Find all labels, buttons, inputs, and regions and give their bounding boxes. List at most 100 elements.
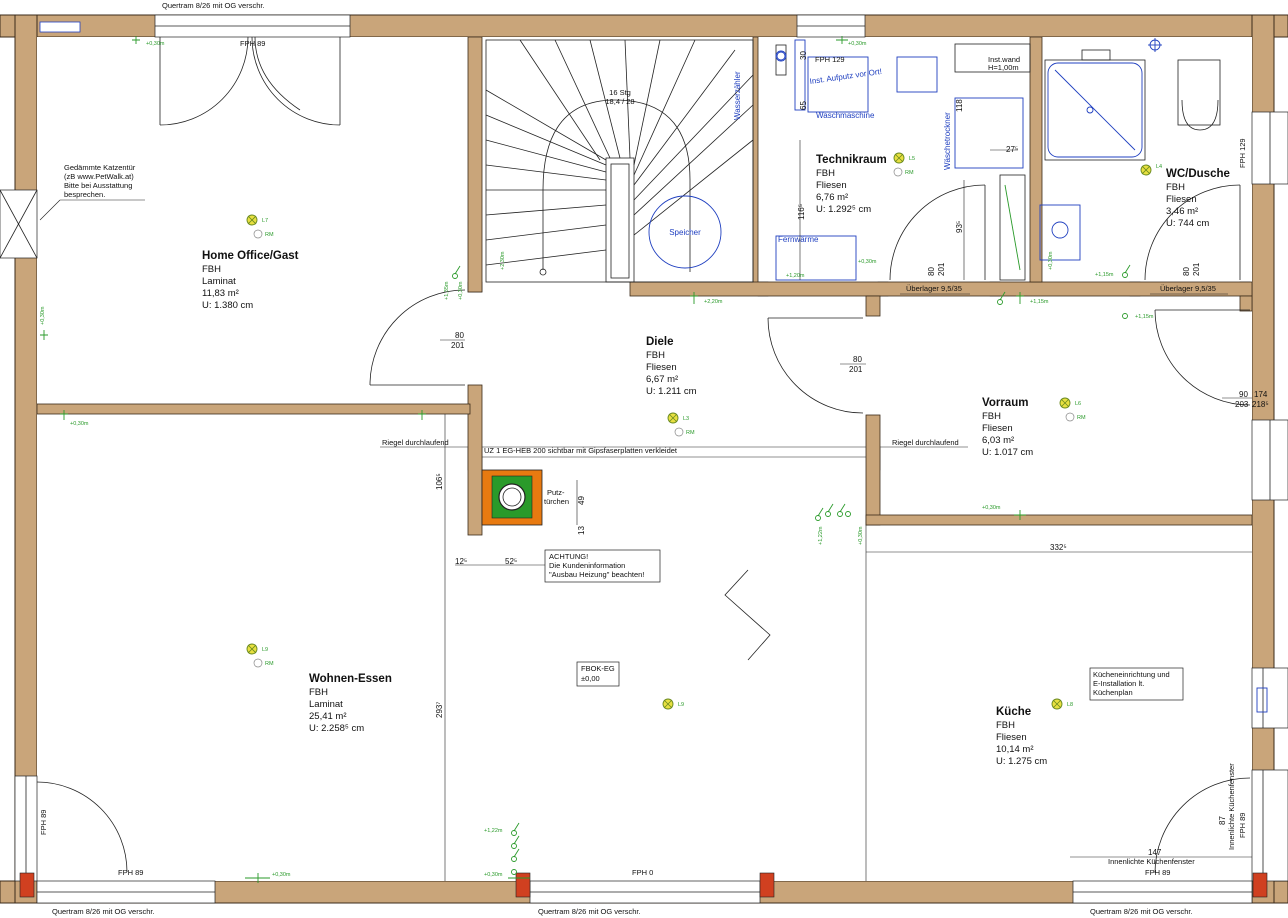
katzentuer-line-4: besprechen.: [64, 190, 105, 199]
uz-note: UZ 1 EG-HEB 200 sichtbar mit Gipsfaserpl…: [484, 446, 678, 455]
dim-116: 116⁵: [797, 204, 806, 220]
dim-293: 293⁷: [435, 702, 444, 718]
putz-label-2: türchen: [544, 497, 569, 506]
quertram-bottom-3: Quertram 8/26 mit OG verschr.: [1090, 907, 1193, 916]
room-material-diele: Fliesen: [646, 362, 677, 373]
room-material-vorraum: Fliesen: [982, 423, 1013, 434]
room-material-technikraum: Fliesen: [816, 180, 847, 191]
fph129-top: FPH 129: [815, 55, 845, 64]
svg-text:+2,20m: +2,20m: [704, 299, 723, 305]
dim-125: 12⁵: [455, 557, 467, 566]
ueberlager-2: Überlager 9,5/35: [1160, 284, 1216, 293]
room-name-home-office: Home Office/Gast: [202, 250, 299, 262]
room-material-kueche: Fliesen: [996, 732, 1027, 743]
katzentuer-line-2: (zB www.PetWalk.at): [64, 172, 134, 181]
waeschetrockner-label: Wäschetrockner: [943, 112, 952, 170]
room-name-vorraum: Vorraum: [982, 397, 1028, 409]
room-perimeter-diele: U: 1.211 cm: [646, 386, 697, 397]
fph129-right: FPH 129: [1238, 138, 1247, 168]
room-floor-home-office: FBH: [202, 264, 221, 275]
svg-text:+0,30m: +0,30m: [982, 505, 1001, 511]
svg-text:RM: RM: [905, 170, 914, 176]
dim-65: 65: [799, 101, 808, 110]
kuechen-line-1: Kücheneinrichtung und: [1093, 670, 1170, 679]
fph89-bottom-left: FPH 89: [118, 868, 143, 877]
dim-174: 174: [1254, 390, 1268, 399]
room-floor-kueche: FBH: [996, 720, 1015, 731]
svg-text:L8: L8: [1067, 702, 1073, 708]
svg-text:RM: RM: [1077, 415, 1086, 421]
svg-text:+0,30m: +0,30m: [146, 41, 165, 47]
dim-118: 118: [955, 99, 964, 112]
fph89-right-vertical: FPH 89: [1238, 813, 1247, 838]
wasserzaehler-label: Wasserzähler: [733, 71, 742, 120]
svg-text:+0,30m: +0,30m: [40, 306, 46, 325]
speicher-label: Speicher: [669, 228, 701, 237]
svg-text:+0,30m: +0,30m: [1048, 251, 1054, 270]
room-perimeter-kueche: U: 1.275 cm: [996, 756, 1047, 767]
waschmaschine-label: Waschmaschine: [816, 111, 875, 120]
svg-text:L3: L3: [683, 416, 689, 422]
room-material-wohnen: Laminat: [309, 699, 343, 710]
innen-kuechenfenster: Innenlichte Küchenfenster: [1108, 857, 1195, 866]
svg-text:+1,35m: +1,35m: [444, 281, 450, 300]
achtung-line-3: "Ausbau Heizung" beachten!: [549, 570, 644, 579]
room-perimeter-wc: U: 744 cm: [1166, 218, 1209, 229]
room-floor-technikraum: FBH: [816, 168, 835, 179]
dim-203: 203: [1235, 400, 1249, 409]
svg-text:+2,30m: +2,30m: [500, 251, 506, 270]
achtung-line-2: Die Kundeninformation: [549, 561, 625, 570]
svg-text:+1,20m: +1,20m: [786, 273, 805, 279]
room-material-wc: Fliesen: [1166, 194, 1197, 205]
quertram-bottom-1: Quertram 8/26 mit OG verschr.: [52, 907, 155, 916]
room-material-home-office: Laminat: [202, 276, 236, 287]
dim-106: 106⁵: [435, 473, 444, 490]
svg-text:RM: RM: [265, 661, 274, 667]
dim-275: 27⁵: [1006, 145, 1018, 154]
room-name-wc: WC/Dusche: [1166, 168, 1230, 180]
room-area-vorraum: 6,03 m²: [982, 435, 1014, 446]
kuechen-line-2: E-Installation lt.: [1093, 679, 1144, 688]
fbok-line-2: ±0,00: [581, 674, 600, 683]
stairs-count: 16 Stg: [609, 88, 631, 97]
putz-label-1: Putz-: [547, 488, 565, 497]
stairs-dimension: 18,4 / 28: [605, 97, 634, 106]
dim-3325: 332⁵: [1050, 543, 1067, 552]
dim-80d: 80: [1182, 267, 1191, 276]
room-name-diele: Diele: [646, 336, 674, 348]
room-name-kueche: Küche: [996, 706, 1031, 718]
katzentuer-line-1: Gedämmte Katzentür: [64, 163, 136, 172]
dim-49: 49: [577, 496, 586, 505]
svg-text:+0,30m: +0,30m: [858, 259, 877, 265]
svg-text:L9: L9: [262, 647, 268, 653]
room-floor-wc: FBH: [1166, 182, 1185, 193]
room-name-technikraum: Technikraum: [816, 154, 887, 166]
quertram-bottom-2: Quertram 8/26 mit OG verschr.: [538, 907, 641, 916]
room-perimeter-wohnen: U: 2.258⁵ cm: [309, 723, 364, 734]
dim-525: 52⁵: [505, 557, 517, 566]
fernwaerme-label: Fernwärme: [778, 235, 819, 244]
room-floor-vorraum: FBH: [982, 411, 1001, 422]
svg-text:+0,30m: +0,30m: [858, 526, 864, 545]
svg-text:RM: RM: [686, 430, 695, 436]
svg-text:L6: L6: [1075, 401, 1081, 407]
dim-13: 13: [577, 526, 586, 535]
room-floor-diele: FBH: [646, 350, 665, 361]
svg-text:+1,15m: +1,15m: [1030, 299, 1049, 305]
dim-935: 93⁵: [955, 221, 964, 233]
ueberlager-1: Überlager 9,5/35: [906, 284, 962, 293]
svg-text:L4: L4: [1156, 164, 1162, 170]
room-area-technikraum: 6,76 m²: [816, 192, 848, 203]
room-perimeter-vorraum: U: 1.017 cm: [982, 447, 1033, 458]
room-floor-wohnen: FBH: [309, 687, 328, 698]
room-area-kueche: 10,14 m²: [996, 744, 1034, 755]
room-perimeter-technikraum: U: 1.292⁵ cm: [816, 204, 871, 215]
dim-80b: 80: [853, 355, 862, 364]
svg-text:+0,30m: +0,30m: [272, 872, 291, 878]
dim-201c: 201: [937, 262, 946, 276]
svg-text:+1,15m: +1,15m: [1095, 272, 1114, 278]
room-area-wc: 3,46 m²: [1166, 206, 1198, 217]
fph89-top: FPH 89: [240, 39, 265, 48]
installwand-label-2: H=1,00m: [988, 63, 1019, 72]
dim-201a: 201: [451, 341, 465, 350]
